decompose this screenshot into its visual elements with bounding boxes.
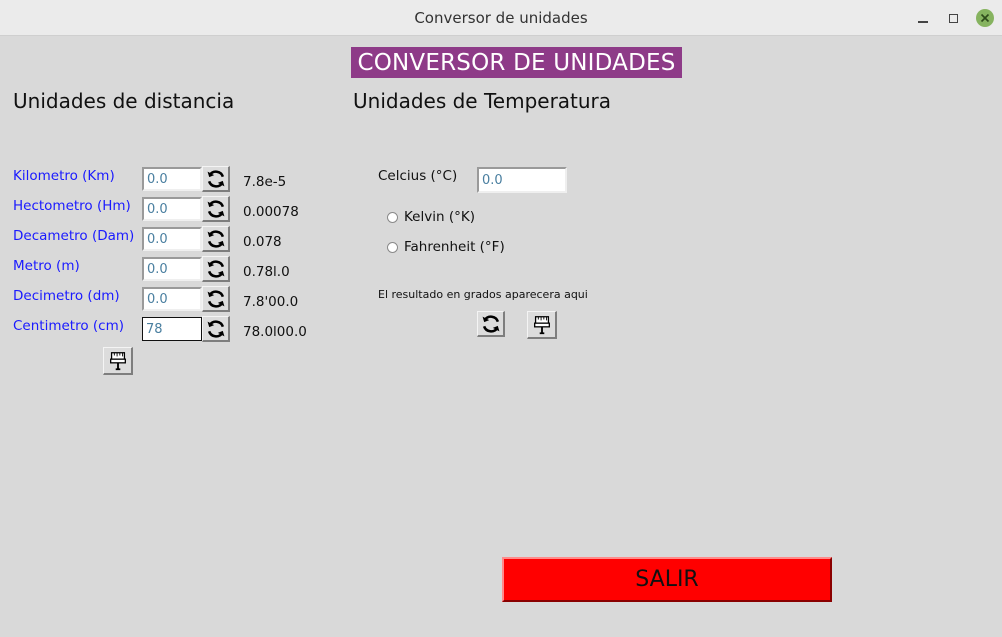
dam-result: 0.078 (243, 234, 282, 250)
m-result: 0.78l.0 (243, 264, 290, 280)
close-button[interactable] (976, 9, 994, 27)
refresh-icon (482, 314, 499, 333)
fahrenheit-label: Fahrenheit (°F) (404, 239, 505, 255)
temperature-section-title: Unidades de Temperatura (353, 89, 612, 113)
distance-section-title: Unidades de distancia (13, 89, 235, 113)
hm-convert-button[interactable] (202, 196, 230, 222)
temperature-result: El resultado en grados aparecera aqui (378, 288, 588, 301)
km-result: 7.8e-5 (243, 174, 287, 190)
window-title: Conversor de unidades (414, 9, 588, 27)
hm-label: Hectometro (Hm) (13, 198, 131, 214)
dm-input[interactable] (142, 287, 202, 311)
dam-input[interactable] (142, 227, 202, 251)
temperature-convert-button[interactable] (477, 311, 505, 337)
app-banner: CONVERSOR DE UNIDADES (351, 47, 682, 78)
m-label: Metro (m) (13, 258, 80, 274)
kelvin-radio[interactable] (387, 212, 398, 223)
celsius-input[interactable] (477, 167, 567, 193)
maximize-button[interactable] (945, 10, 961, 26)
refresh-icon (207, 229, 224, 248)
hm-result: 0.00078 (243, 204, 299, 220)
refresh-icon (207, 289, 224, 308)
hm-input[interactable] (142, 197, 202, 221)
minimize-icon (918, 21, 928, 23)
dam-convert-button[interactable] (202, 226, 230, 252)
cm-input[interactable] (142, 317, 202, 341)
refresh-icon (207, 199, 224, 218)
kelvin-label: Kelvin (°K) (404, 209, 475, 225)
refresh-icon (207, 169, 224, 188)
distance-clear-button[interactable] (103, 347, 133, 375)
minimize-button[interactable] (915, 10, 931, 26)
dam-label: Decametro (Dam) (13, 228, 135, 244)
window-titlebar: Conversor de unidades (0, 0, 1002, 36)
cm-result: 78.0l00.0 (243, 324, 307, 340)
dm-result: 7.8'00.0 (243, 294, 299, 310)
app-content: CONVERSOR DE UNIDADES Unidades de distan… (0, 36, 1002, 637)
close-icon (980, 13, 990, 23)
m-convert-button[interactable] (202, 256, 230, 282)
m-input[interactable] (142, 257, 202, 281)
temperature-clear-button[interactable] (527, 311, 557, 339)
exit-button[interactable]: SALIR (502, 557, 832, 602)
celsius-label: Celcius (°C) (378, 168, 458, 184)
refresh-icon (207, 259, 224, 278)
km-label: Kilometro (Km) (13, 168, 115, 184)
km-input[interactable] (142, 167, 202, 191)
km-convert-button[interactable] (202, 166, 230, 192)
brush-icon (109, 351, 126, 370)
dm-label: Decimetro (dm) (13, 288, 120, 304)
refresh-icon (207, 319, 224, 338)
dm-convert-button[interactable] (202, 286, 230, 312)
brush-icon (533, 315, 550, 334)
cm-convert-button[interactable] (202, 316, 230, 342)
maximize-icon (948, 13, 958, 23)
cm-label: Centimetro (cm) (13, 318, 124, 334)
fahrenheit-radio[interactable] (387, 242, 398, 253)
